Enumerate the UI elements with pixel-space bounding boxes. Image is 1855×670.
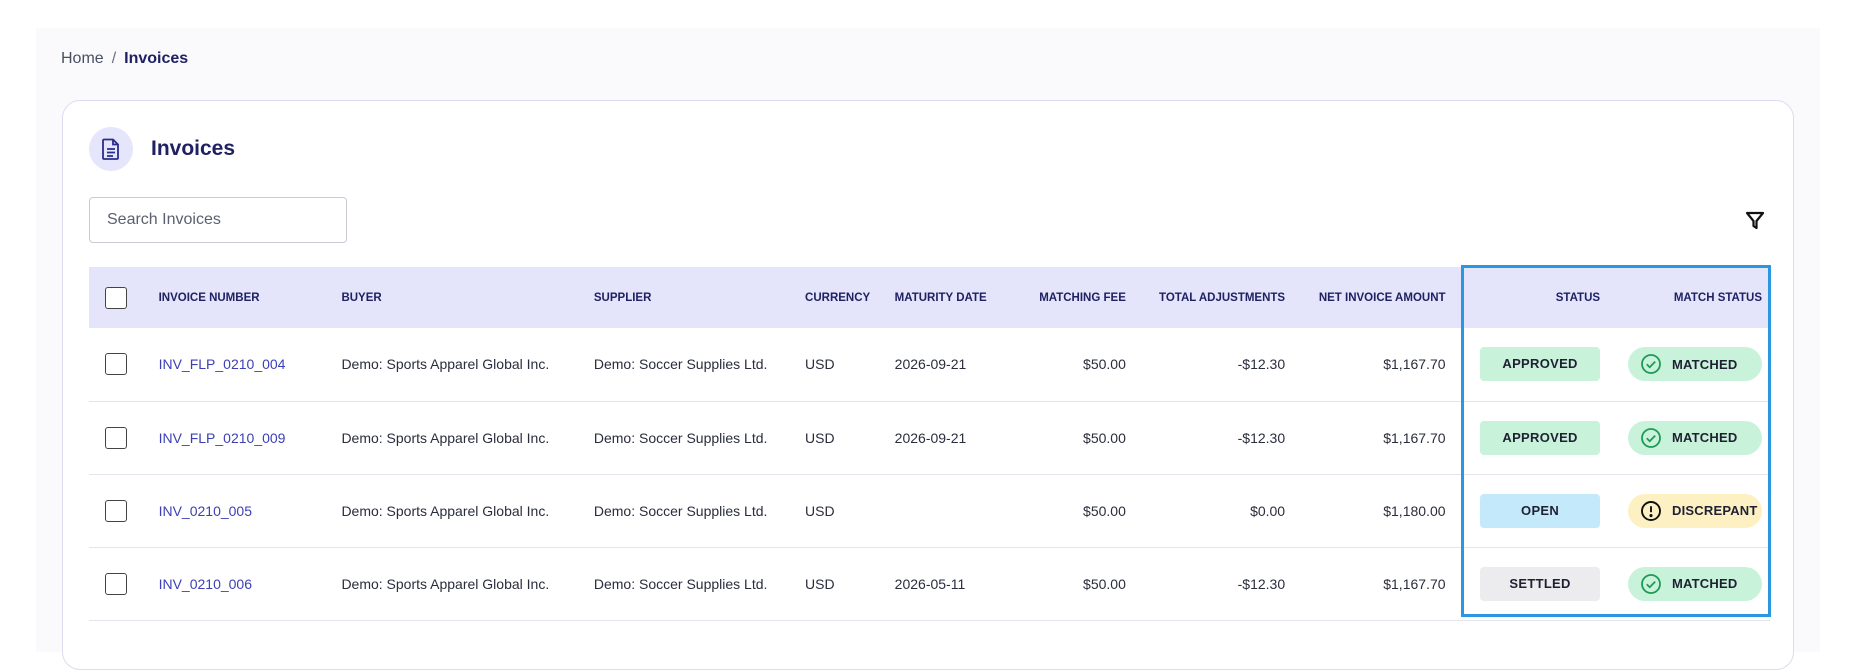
currency-cell: USD <box>805 502 835 519</box>
invoice-number-link[interactable]: INV_0210_005 <box>159 474 342 547</box>
maturity-date-cell: 2026-05-11 <box>894 575 966 592</box>
status-badge: SETTLED <box>1480 566 1601 601</box>
currency-cell: USD <box>805 356 835 373</box>
breadcrumb: Home / Invoices <box>61 50 188 68</box>
status-badge: APPROVED <box>1480 347 1601 382</box>
breadcrumb-home-link[interactable]: Home <box>61 50 104 68</box>
row-checkbox[interactable] <box>105 572 127 595</box>
buyer-cell: Demo: Sports Apparel Global Inc. <box>341 575 550 592</box>
supplier-cell: Demo: Soccer Supplies Ltd. <box>593 356 768 373</box>
check-circle-icon <box>1641 427 1661 448</box>
row-checkbox[interactable] <box>105 426 127 449</box>
currency-cell: USD <box>805 429 835 446</box>
net-invoice-amount-cell: $1,167.70 <box>1383 575 1446 592</box>
card-header: Invoices <box>89 127 235 171</box>
row-checkbox[interactable] <box>105 353 127 376</box>
column-header-net-invoice-amount[interactable]: NET INVOICE AMOUNT <box>1285 267 1446 328</box>
column-header-currency[interactable]: CURRENCY <box>805 267 895 328</box>
maturity-date-cell: 2026-09-21 <box>894 356 967 373</box>
match-status-label: MATCHED <box>1672 430 1738 445</box>
status-badge: OPEN <box>1480 493 1601 528</box>
column-header-maturity-date[interactable]: MATURITY DATE <box>895 267 1013 328</box>
table-row: INV_FLP_0210_004 Demo: Sports Apparel Gl… <box>89 328 1770 401</box>
exclamation-circle-icon <box>1641 500 1661 521</box>
match-status-badge: MATCHED <box>1628 566 1762 601</box>
match-status-badge: MATCHED <box>1628 347 1762 382</box>
invoice-number-link[interactable]: INV_FLP_0210_004 <box>159 328 342 401</box>
column-header-status[interactable]: STATUS <box>1446 267 1600 328</box>
maturity-date-cell: 2026-09-21 <box>894 429 967 446</box>
page-title: Invoices <box>151 137 236 160</box>
match-status-badge: DISCREPANT <box>1628 493 1762 528</box>
matching-fee-cell: $50.00 <box>1083 502 1126 519</box>
total-adjustments-cell: $0.00 <box>1250 502 1286 519</box>
match-status-label: MATCHED <box>1672 576 1738 591</box>
breadcrumb-current: Invoices <box>124 50 189 67</box>
filter-icon <box>1745 211 1765 230</box>
supplier-cell: Demo: Soccer Supplies Ltd. <box>593 429 768 446</box>
match-status-label: DISCREPANT <box>1672 503 1758 518</box>
total-adjustments-cell: -$12.30 <box>1237 575 1286 592</box>
match-status-badge: MATCHED <box>1628 420 1762 455</box>
matching-fee-cell: $50.00 <box>1083 429 1126 446</box>
net-invoice-amount-cell: $1,180.00 <box>1383 502 1446 519</box>
table-row: INV_0210_006 Demo: Sports Apparel Global… <box>89 547 1770 620</box>
select-all-checkbox[interactable] <box>105 286 127 309</box>
document-icon <box>89 127 133 171</box>
match-status-label: MATCHED <box>1672 356 1738 372</box>
check-circle-icon <box>1641 573 1661 594</box>
buyer-cell: Demo: Sports Apparel Global Inc. <box>341 502 550 519</box>
supplier-cell: Demo: Soccer Supplies Ltd. <box>593 575 768 592</box>
net-invoice-amount-cell: $1,167.70 <box>1383 356 1446 373</box>
invoices-table: INVOICE NUMBER BUYER SUPPLIER CURRENCY M… <box>89 267 1770 621</box>
filter-button[interactable] <box>1743 209 1767 233</box>
table-header-row: INVOICE NUMBER BUYER SUPPLIER CURRENCY M… <box>89 267 1770 328</box>
maturity-date-cell <box>895 474 1013 547</box>
search-input[interactable] <box>89 197 347 243</box>
status-badge: APPROVED <box>1480 420 1601 455</box>
column-header-match-status[interactable]: MATCH STATUS <box>1600 267 1770 328</box>
check-circle-icon <box>1641 354 1661 375</box>
page: Home / Invoices Invoices Search Invoices… <box>36 28 1820 670</box>
column-header-matching-fee[interactable]: MATCHING FEE <box>1013 267 1126 328</box>
row-checkbox[interactable] <box>105 499 127 522</box>
column-header-supplier[interactable]: SUPPLIER <box>594 267 805 328</box>
matching-fee-cell: $50.00 <box>1083 575 1126 592</box>
table-row: INV_0210_005 Demo: Sports Apparel Global… <box>89 474 1770 547</box>
net-invoice-amount-cell: $1,167.70 <box>1383 429 1446 446</box>
total-adjustments-cell: -$12.30 <box>1237 356 1286 373</box>
matching-fee-cell: $50.00 <box>1083 356 1126 373</box>
buyer-cell: Demo: Sports Apparel Global Inc. <box>341 356 550 373</box>
column-header-buyer[interactable]: BUYER <box>341 267 593 328</box>
supplier-cell: Demo: Soccer Supplies Ltd. <box>593 502 768 519</box>
invoice-number-link[interactable]: INV_FLP_0210_009 <box>159 401 342 474</box>
invoice-number-link[interactable]: INV_0210_006 <box>159 547 342 620</box>
buyer-cell: Demo: Sports Apparel Global Inc. <box>341 429 550 446</box>
table-row: INV_FLP_0210_009 Demo: Sports Apparel Gl… <box>89 401 1770 474</box>
column-header-invoice-number[interactable]: INVOICE NUMBER <box>159 267 342 328</box>
invoices-card: Invoices INVOICE NUMBER BUYER SUPPLIER C… <box>62 100 1794 670</box>
breadcrumb-separator: / <box>111 50 117 67</box>
total-adjustments-cell: -$12.30 <box>1237 429 1286 446</box>
currency-cell: USD <box>805 575 835 592</box>
column-header-total-adjustments[interactable]: TOTAL ADJUSTMENTS <box>1126 267 1285 328</box>
